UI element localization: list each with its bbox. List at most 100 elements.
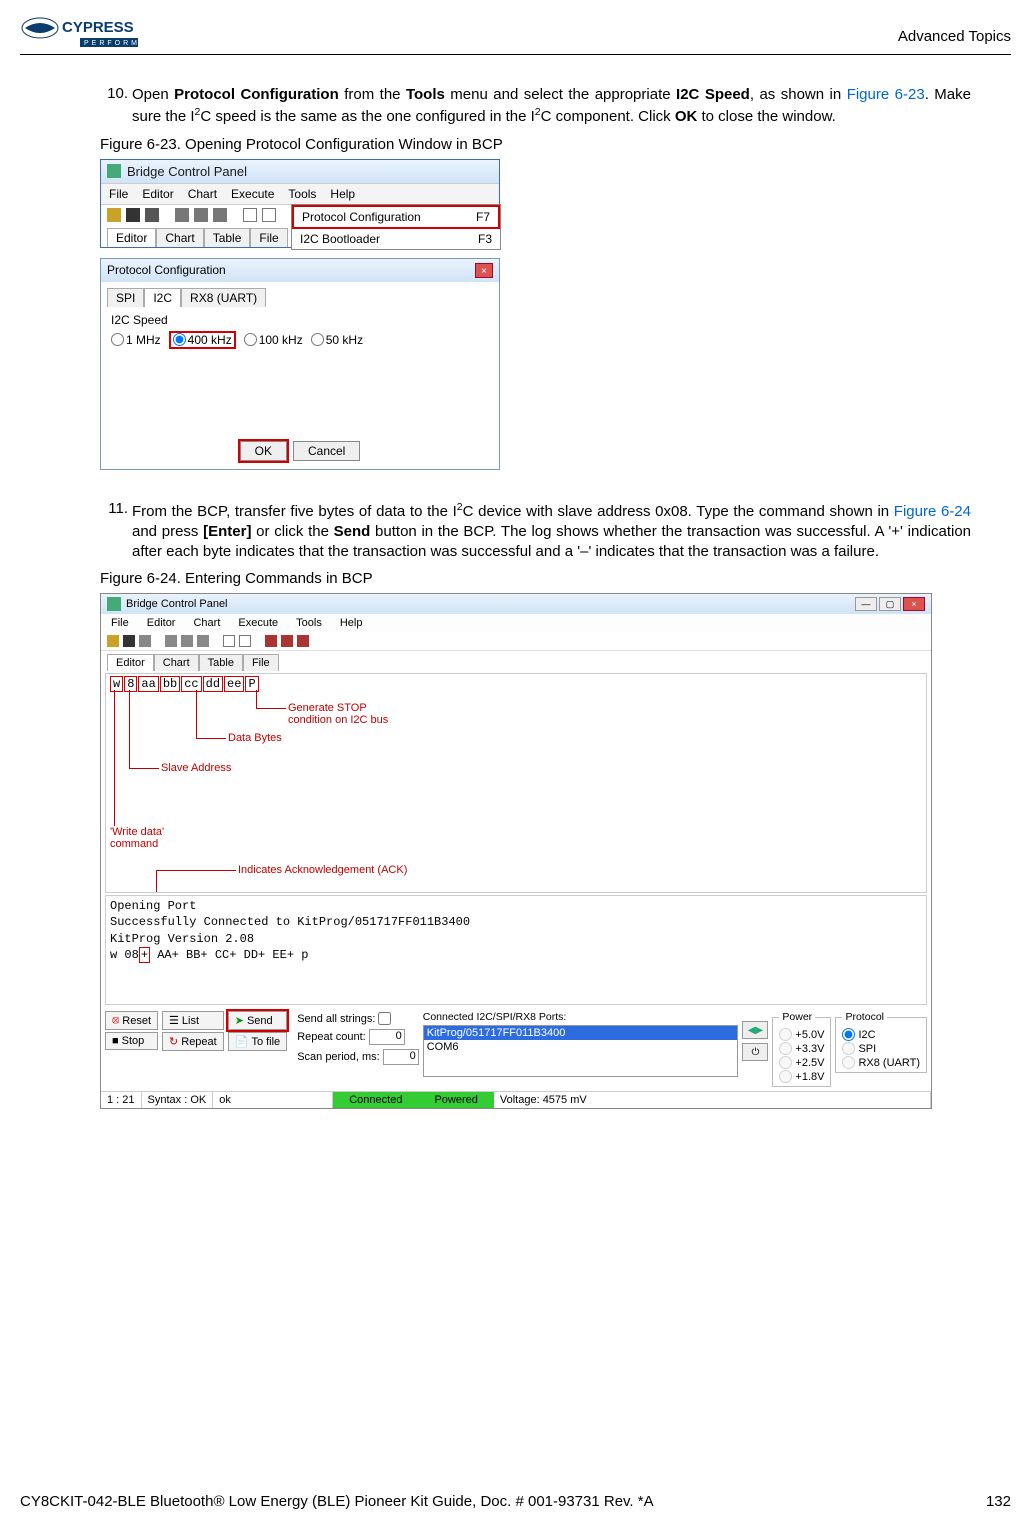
radio-1mhz[interactable]: 1 MHz [111, 333, 161, 347]
bcp2-tabs: Editor Chart Table File [101, 651, 931, 671]
toolbar-icon[interactable] [107, 208, 121, 222]
bold-text: OK [675, 108, 698, 125]
ports-list[interactable]: KitProg/051717FF011B3400 COM6 [423, 1025, 739, 1077]
tab-chart[interactable]: Chart [154, 654, 199, 671]
menu-item-i2c-bootloader[interactable]: I2C Bootloader F3 [292, 229, 500, 249]
section-heading: Advanced Topics [898, 28, 1011, 45]
stop-button[interactable]: ■Stop [105, 1032, 158, 1050]
toolbar-icon[interactable] [126, 208, 140, 222]
toolbar-icon[interactable] [239, 635, 251, 647]
bold-text: Protocol Configuration [174, 86, 339, 103]
cmd-byte: dd [203, 676, 223, 692]
tab-file[interactable]: File [243, 654, 279, 671]
power-button[interactable]: ⏻ [742, 1043, 768, 1061]
radio-label: +1.8V [795, 1071, 824, 1083]
menu-tools[interactable]: Tools [296, 617, 322, 629]
scan-period-spinner[interactable]: 0 [383, 1049, 419, 1065]
ports-box: Connected I2C/SPI/RX8 Ports: KitProg/051… [423, 1011, 739, 1077]
menu-execute[interactable]: Execute [231, 187, 274, 201]
repeat-count-spinner[interactable]: 0 [369, 1029, 405, 1045]
radio-label: I2C [858, 1029, 875, 1041]
menu-file[interactable]: File [111, 617, 129, 629]
toolbar-icon[interactable] [123, 635, 135, 647]
toolbar-icon[interactable] [243, 208, 257, 222]
maximize-icon[interactable]: ▢ [879, 597, 901, 611]
menu-chart[interactable]: Chart [193, 617, 220, 629]
menu-chart[interactable]: Chart [188, 187, 217, 201]
tab-editor[interactable]: Editor [107, 228, 156, 247]
toolbar-icon[interactable] [213, 208, 227, 222]
toolbar-icon[interactable] [194, 208, 208, 222]
radio-label: RX8 (UART) [858, 1057, 920, 1069]
radio-100khz[interactable]: 100 kHz [244, 333, 303, 347]
tab-table[interactable]: Table [199, 654, 243, 671]
toolbar-icon[interactable] [107, 635, 119, 647]
tab-spi[interactable]: SPI [107, 288, 144, 307]
menu-file[interactable]: File [109, 187, 128, 201]
menu-item-protocol-config[interactable]: Protocol Configuration F7 [292, 205, 500, 229]
toolbar-icon[interactable] [265, 635, 277, 647]
menu-editor[interactable]: Editor [142, 187, 173, 201]
tab-i2c[interactable]: I2C [144, 288, 181, 307]
tofile-button[interactable]: 📄To file [228, 1032, 287, 1051]
figure-link[interactable]: Figure 6-24 [894, 503, 971, 520]
menu-help[interactable]: Help [340, 617, 363, 629]
radio-label: 50 kHz [326, 333, 363, 347]
close-icon[interactable]: × [475, 263, 493, 278]
callout-line [129, 690, 130, 768]
toolbar-icon[interactable] [262, 208, 276, 222]
bcp-window-2: Bridge Control Panel — ▢ × File Editor C… [100, 593, 932, 1109]
radio-i2c[interactable] [842, 1028, 855, 1041]
bcp-toolbar: Protocol Configuration F7 I2C Bootloader… [101, 205, 499, 225]
btn-label: To file [251, 1036, 280, 1048]
toolbar-icon[interactable] [297, 635, 309, 647]
bcp2-menubar: File Editor Chart Execute Tools Help [101, 614, 931, 632]
menu-tools[interactable]: Tools [288, 187, 316, 201]
ok-button[interactable]: OK [240, 441, 287, 461]
step-number: 10. [100, 85, 128, 128]
tools-dropdown: Protocol Configuration F7 I2C Bootloader… [291, 204, 501, 250]
toolbar-icon[interactable] [175, 208, 189, 222]
toolbar-icon[interactable] [165, 635, 177, 647]
toolbar-icon[interactable] [223, 635, 235, 647]
port-selected[interactable]: KitProg/051717FF011B3400 [424, 1026, 738, 1040]
cmd-write: w [110, 676, 123, 692]
repeat-button[interactable]: ↻Repeat [162, 1032, 224, 1051]
send-button[interactable]: ➤Send [228, 1011, 287, 1030]
port-item[interactable]: COM6 [424, 1040, 738, 1054]
close-icon[interactable]: × [903, 597, 925, 611]
header-rule [20, 54, 1011, 55]
radio-50khz[interactable]: 50 kHz [311, 333, 363, 347]
log-line: Opening Port [110, 899, 196, 913]
cancel-button[interactable]: Cancel [293, 441, 360, 461]
menu-execute[interactable]: Execute [238, 617, 278, 629]
highlight-400khz: 400 kHz [169, 331, 236, 349]
radio-400khz[interactable]: 400 kHz [173, 333, 232, 347]
toolbar-icon[interactable] [181, 635, 193, 647]
log-line: w 08 [110, 948, 139, 962]
callout-line [114, 690, 115, 826]
tab-chart[interactable]: Chart [156, 228, 203, 247]
tab-editor[interactable]: Editor [107, 654, 154, 671]
command-editor[interactable]: w 8 aa bb cc dd ee P [105, 673, 927, 893]
list-button[interactable]: ☰List [162, 1011, 224, 1030]
tab-table[interactable]: Table [204, 228, 251, 247]
window-title: Bridge Control Panel [127, 164, 247, 179]
toolbar-icon[interactable] [197, 635, 209, 647]
figure-link[interactable]: Figure 6-23 [847, 86, 925, 103]
reset-button[interactable]: ⦻Reset [105, 1011, 158, 1030]
menu-editor[interactable]: Editor [147, 617, 176, 629]
toggle-button[interactable]: ◀▶ [742, 1021, 768, 1039]
step-body: Open Protocol Configuration from the Too… [132, 85, 971, 128]
send-all-checkbox[interactable] [378, 1012, 391, 1025]
status-connected: Connected [333, 1092, 418, 1108]
bcp-titlebar: Bridge Control Panel [101, 160, 499, 183]
tab-file[interactable]: File [250, 228, 287, 247]
toolbar-icon[interactable] [281, 635, 293, 647]
tab-rx8[interactable]: RX8 (UART) [181, 288, 266, 307]
toolbar-icon[interactable] [139, 635, 151, 647]
toolbar-icon[interactable] [145, 208, 159, 222]
i2c-speed-group: 1 MHz 400 kHz 100 kHz 50 kHz [111, 331, 489, 349]
menu-help[interactable]: Help [330, 187, 355, 201]
minimize-icon[interactable]: — [855, 597, 877, 611]
